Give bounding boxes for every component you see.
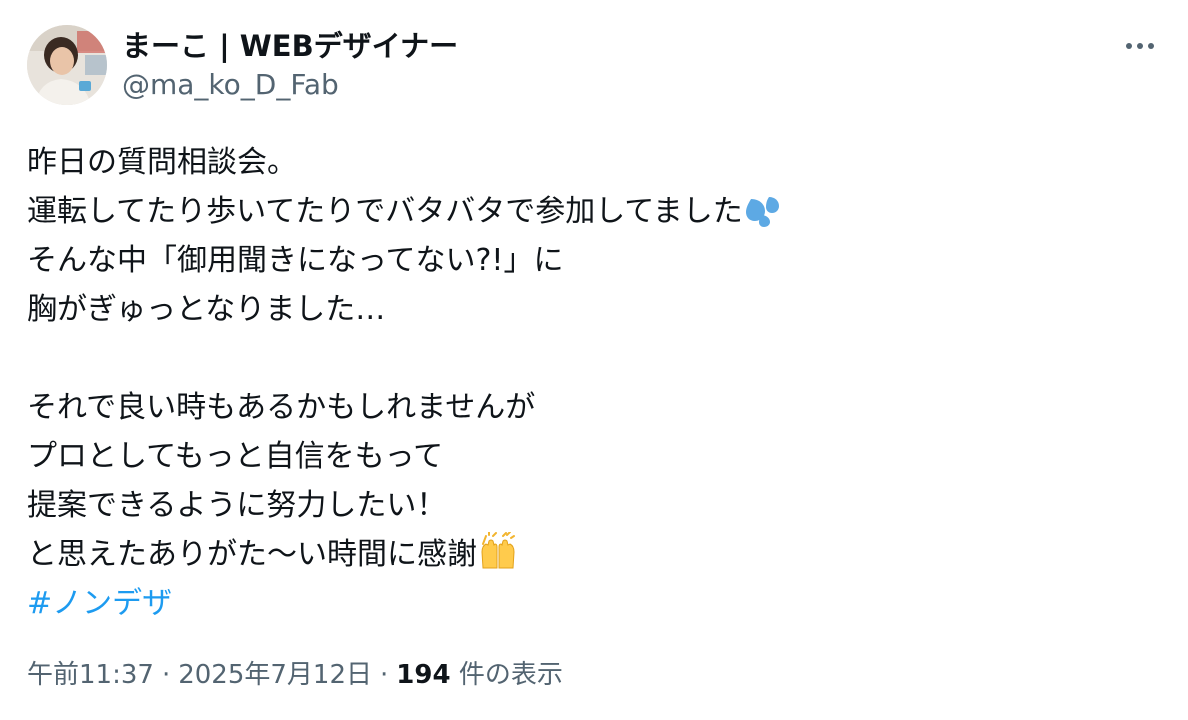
avatar[interactable] bbox=[27, 25, 107, 105]
tweet-line: それで良い時もあるかもしれませんが bbox=[27, 390, 536, 425]
meta-separator: · bbox=[161, 660, 171, 690]
views-label: 件の表示 bbox=[458, 660, 563, 690]
tweet-date[interactable]: 2025年7月12日 bbox=[178, 660, 372, 690]
sweat-droplets-icon bbox=[745, 193, 781, 242]
hashtag-link[interactable]: #ノンデザ bbox=[27, 579, 172, 628]
tweet-line: 昨日の質問相談会。 bbox=[27, 145, 297, 180]
tweet-line: と思えたありがた〜い時間に感謝 bbox=[27, 530, 1147, 579]
tweet-time[interactable]: 午前11:37 bbox=[27, 660, 154, 690]
tweet-line: #ノンデザ bbox=[27, 579, 1147, 628]
tweet-line: プロとしてもっと自信をもって bbox=[27, 439, 444, 474]
avatar-photo bbox=[27, 25, 107, 105]
author-handle[interactable]: @ma_ko_D_Fab bbox=[122, 68, 339, 102]
tweet-text: 昨日の質問相談会。 運転してたり歩いてたりでバタバタで参加してました そんな中「… bbox=[27, 138, 1147, 628]
author-display-name[interactable]: まーこ | WEBデザイナー bbox=[122, 28, 458, 64]
tweet-meta: 午前11:37 · 2025年7月12日 · 194 件の表示 bbox=[27, 655, 563, 695]
tweet-line: 運転してたり歩いてたりでバタバタで参加してました bbox=[27, 187, 1147, 236]
more-dots-icon bbox=[1126, 43, 1132, 49]
more-options-button[interactable] bbox=[1118, 28, 1162, 64]
tweet-card: まーこ | WEBデザイナー @ma_ko_D_Fab 昨日の質問相談会。 運転… bbox=[0, 0, 1188, 720]
views-count: 194 bbox=[396, 660, 451, 690]
tweet-line: 胸がぎゅっとなりました… bbox=[27, 292, 386, 327]
tweet-line: そんな中「御用聞きになってない?!」に bbox=[27, 243, 564, 278]
tweet-line: 提案できるように努力したい！ bbox=[27, 488, 447, 523]
raising-hands-icon bbox=[479, 531, 517, 585]
meta-separator: · bbox=[380, 660, 389, 690]
